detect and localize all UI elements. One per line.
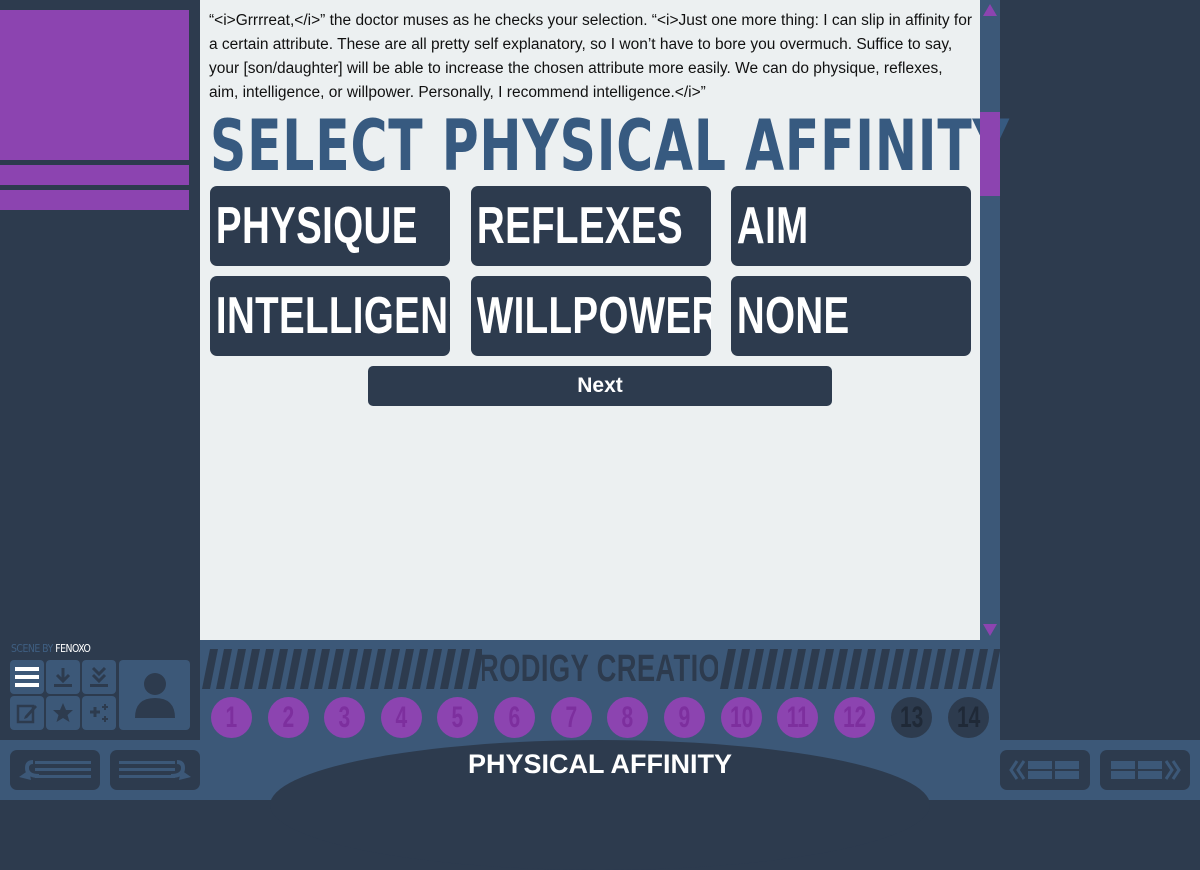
- progress-step-number: 6: [508, 700, 521, 734]
- scene-author-prefix: SCENE BY: [11, 642, 53, 655]
- progress-step-number: 8: [621, 700, 634, 734]
- next-button[interactable]: Next: [368, 366, 832, 406]
- scene-author: SCENE BY FENOXO: [11, 642, 91, 655]
- option-reflexes-button[interactable]: REFLEXES: [471, 186, 711, 266]
- scene-title: PHYSICAL AFFINITY: [467, 749, 732, 779]
- progress-step-number: 5: [451, 700, 464, 734]
- progress-title: PRODIGY CREATION: [482, 649, 718, 689]
- page-title: SELECT PHYSICAL AFFINITY: [210, 105, 1010, 187]
- previous-page-button[interactable]: [1000, 750, 1090, 790]
- scene-author-name: FENOXO: [55, 642, 91, 655]
- star-icon: [53, 703, 73, 722]
- undo-icon: [19, 760, 91, 780]
- story-text: “<i>Grrrreat,</i>” the doctor muses as h…: [209, 12, 973, 101]
- scrollbar-track[interactable]: [980, 0, 1000, 640]
- notes-button[interactable]: [10, 696, 44, 730]
- option-none-button[interactable]: NONE: [731, 276, 971, 356]
- option-label: WILLPOWER: [476, 287, 711, 345]
- undo-button[interactable]: [10, 750, 100, 790]
- progress-step-number: 11: [786, 700, 809, 734]
- portrait-placeholder: [0, 10, 189, 160]
- redo-button[interactable]: [110, 750, 200, 790]
- progress-step-number: 1: [225, 700, 238, 734]
- progress-step-number: 7: [565, 700, 578, 734]
- option-label: PHYSIQUE: [215, 197, 418, 255]
- next-page-button[interactable]: [1100, 750, 1190, 790]
- progress-step-number: 13: [899, 700, 924, 734]
- save-icon: [54, 668, 72, 687]
- menu-icon: [15, 667, 39, 687]
- redo-icon: [119, 760, 191, 780]
- load-button[interactable]: [82, 660, 116, 694]
- option-aim-button[interactable]: AIM: [731, 186, 971, 266]
- hazard-stripes-right: [720, 649, 1000, 689]
- progress-step-number: 4: [395, 700, 408, 734]
- progress-step: 13: [891, 697, 932, 738]
- progress-step: 3: [324, 697, 365, 738]
- favorite-button[interactable]: [46, 696, 80, 730]
- scroll-down-icon[interactable]: [983, 624, 997, 636]
- option-label: AIM: [736, 197, 809, 255]
- progress-step-number: 3: [338, 700, 351, 734]
- progress-step-number: 9: [678, 700, 691, 734]
- character-icon: [134, 673, 175, 718]
- progress-step: 2: [268, 697, 309, 738]
- progress-step: 11: [777, 697, 818, 738]
- double-chevron-left-icon: [1009, 760, 1079, 780]
- progress-step: 8: [607, 697, 648, 738]
- stat-bar: [0, 190, 189, 210]
- progress-step-number: 2: [282, 700, 295, 734]
- option-label: NONE: [736, 287, 850, 345]
- progress-step: 10: [721, 697, 762, 738]
- load-icon: [90, 666, 108, 687]
- progress-step: 6: [494, 697, 535, 738]
- perks-button[interactable]: [82, 696, 116, 730]
- option-intelligence-button[interactable]: INTELLIGENCE: [210, 276, 450, 356]
- progress-step: 4: [381, 697, 422, 738]
- option-physique-button[interactable]: PHYSIQUE: [210, 186, 450, 266]
- stat-bar: [0, 165, 189, 185]
- hazard-stripes-left: [202, 649, 482, 689]
- character-button[interactable]: [119, 660, 190, 730]
- perks-icon: [90, 704, 108, 722]
- double-chevron-right-icon: [1111, 760, 1181, 780]
- option-willpower-button[interactable]: WILLPOWER: [471, 276, 711, 356]
- progress-step-number: 12: [842, 700, 867, 734]
- option-label: INTELLIGENCE: [215, 287, 450, 345]
- menu-button[interactable]: [10, 660, 44, 694]
- progress-step: 9: [664, 697, 705, 738]
- progress-step: 1: [211, 697, 252, 738]
- save-button[interactable]: [46, 660, 80, 694]
- progress-step: 12: [834, 697, 875, 738]
- progress-step-number: 14: [956, 700, 981, 734]
- progress-step-number: 10: [729, 700, 754, 734]
- progress-step: 7: [551, 697, 592, 738]
- scroll-up-icon[interactable]: [983, 4, 997, 16]
- progress-step: 14: [948, 697, 989, 738]
- option-label: REFLEXES: [476, 197, 684, 255]
- progress-title-bar: PRODIGY CREATION: [200, 649, 1000, 689]
- notes-icon: [16, 704, 37, 724]
- progress-step: 5: [437, 697, 478, 738]
- scrollbar-thumb[interactable]: [980, 112, 1000, 196]
